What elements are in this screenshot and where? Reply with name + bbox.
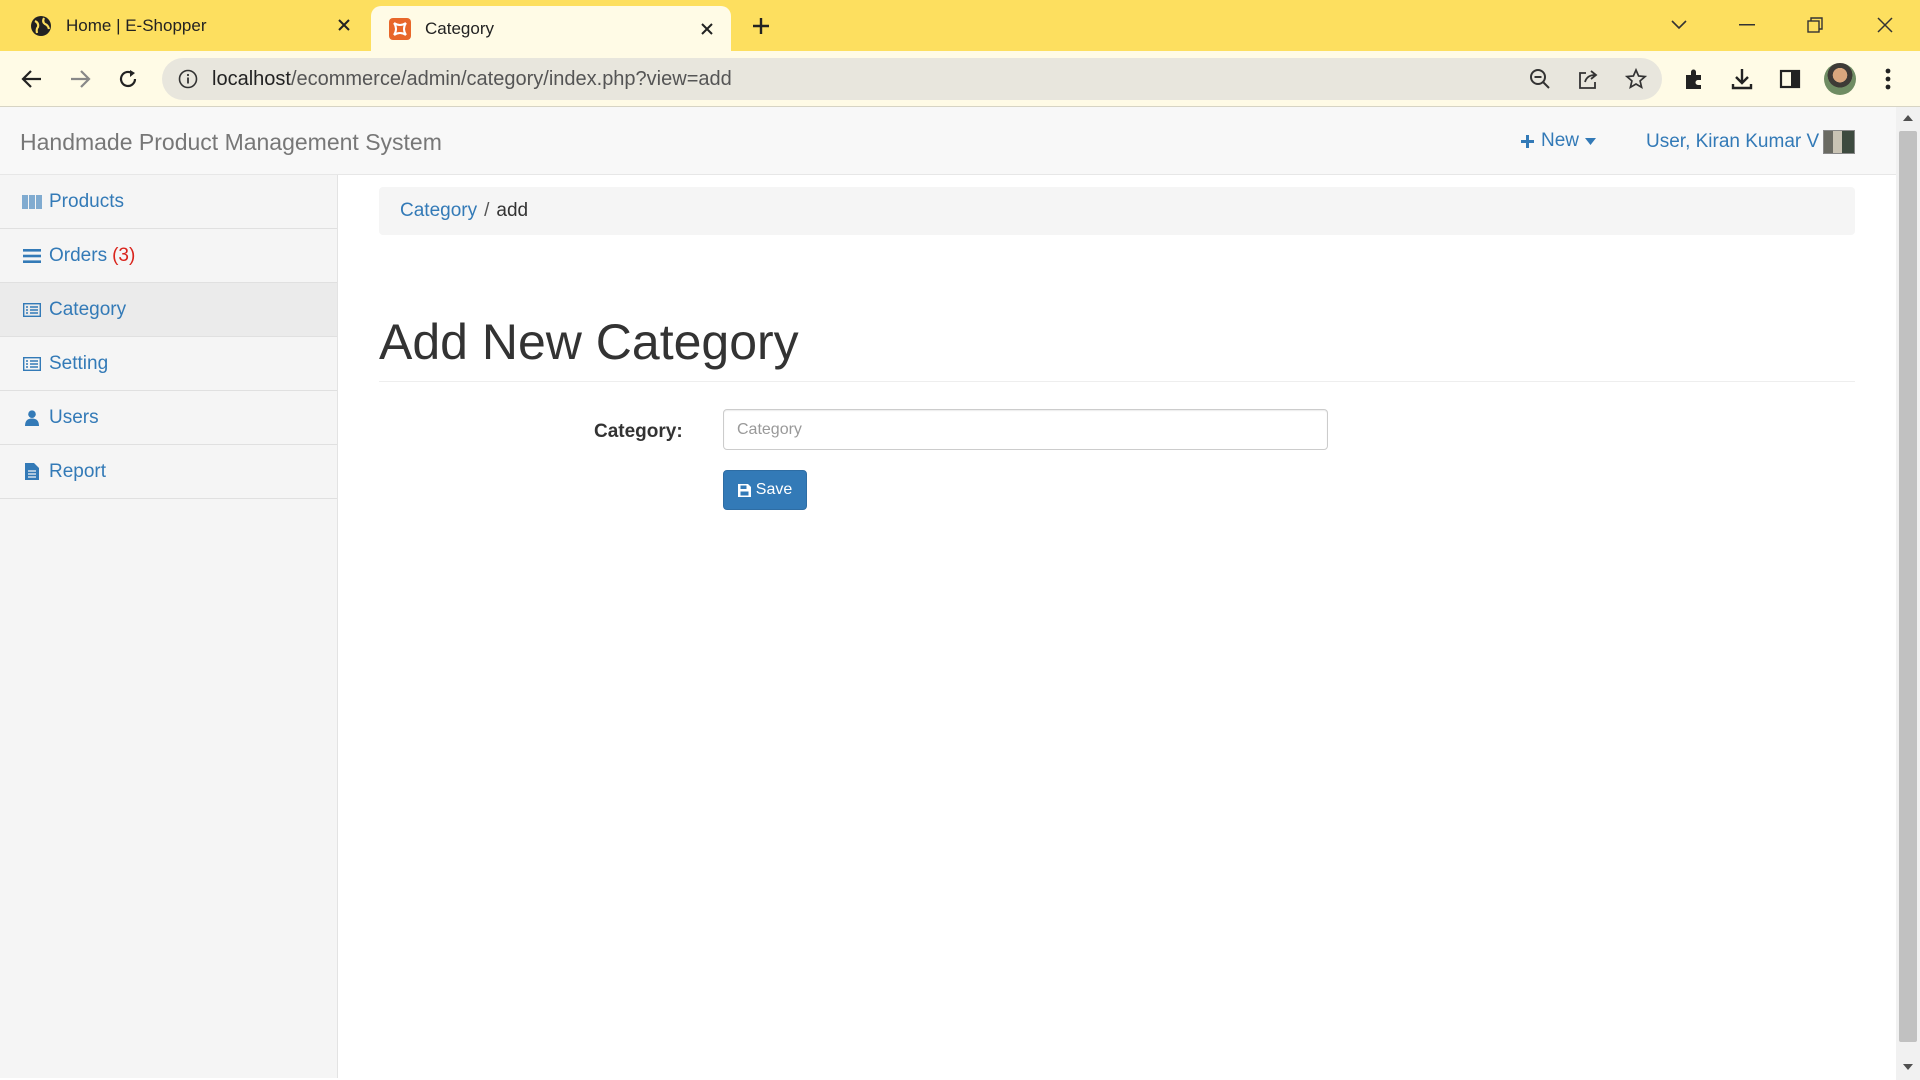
sidebar-item-label: Setting <box>49 352 109 374</box>
tab-home[interactable]: Home | E-Shopper <box>18 0 368 51</box>
sidebar-item-label: Category <box>49 298 127 320</box>
new-tab-icon[interactable] <box>748 13 774 39</box>
url-text: localhost/ecommerce/admin/category/index… <box>212 68 732 91</box>
sidebar-item-report[interactable]: Report <box>0 445 337 499</box>
tab-title: Home | E-Shopper <box>66 15 207 35</box>
profile-avatar[interactable] <box>1824 63 1856 95</box>
window-close-icon[interactable] <box>1870 10 1900 40</box>
bookmark-star-icon[interactable] <box>1624 67 1648 91</box>
zoom-icon[interactable] <box>1528 67 1552 91</box>
plus-icon <box>1521 134 1534 148</box>
close-tab-icon[interactable] <box>334 15 354 35</box>
sidebar-item-orders[interactable]: Orders (3) <box>0 229 337 283</box>
scroll-up-arrow-icon[interactable] <box>1903 113 1913 123</box>
save-label: Save <box>755 481 793 498</box>
xampp-icon <box>389 17 411 40</box>
sidebar-item-setting[interactable]: Setting <box>0 337 337 391</box>
page-scrollbar[interactable] <box>1896 107 1920 1080</box>
sidebar-item-users[interactable]: Users <box>0 391 337 445</box>
user-label: User, Kiran Kumar V <box>1646 131 1820 152</box>
title-divider <box>379 381 1855 382</box>
sidebar-item-label: Users <box>49 406 99 428</box>
save-button[interactable]: Save <box>723 470 807 510</box>
barcode-icon <box>22 193 42 211</box>
browser-tab-bar: Home | E-Shopper Category <box>0 0 1920 51</box>
share-icon[interactable] <box>1576 67 1600 91</box>
list-icon <box>22 247 42 265</box>
new-dropdown[interactable]: New <box>1520 130 1597 152</box>
category-label: Category: <box>594 421 683 442</box>
category-input[interactable] <box>723 409 1328 450</box>
url-host: localhost <box>212 67 291 90</box>
breadcrumb-current: add <box>496 200 529 221</box>
download-icon[interactable] <box>1728 65 1756 93</box>
caret-down-icon <box>1585 137 1597 145</box>
sidebar: Products Orders (3) Category Setting Use… <box>0 175 338 1078</box>
user-icon <box>22 409 42 427</box>
address-bar[interactable]: localhost/ecommerce/admin/category/index… <box>162 58 1662 100</box>
scrollbar-thumb[interactable] <box>1899 131 1917 1042</box>
reload-icon[interactable] <box>112 63 144 95</box>
sidebar-item-label: Report <box>49 460 107 482</box>
sidebar-item-label: Orders <box>49 244 108 266</box>
app-brand[interactable]: Handmade Product Management System <box>20 129 442 156</box>
breadcrumb-separator: / <box>484 200 490 221</box>
floppy-disk-icon <box>737 483 751 497</box>
url-path: /ecommerce/admin/category/index.php?view… <box>290 67 732 90</box>
sidebar-item-label: Products <box>49 190 124 212</box>
minimize-icon[interactable] <box>1732 10 1762 40</box>
extensions-icon[interactable] <box>1680 65 1708 93</box>
globe-icon <box>30 15 52 37</box>
list-alt-icon <box>22 355 42 373</box>
tab-title: Category <box>425 18 494 38</box>
back-icon[interactable] <box>16 63 48 95</box>
tab-search-icon[interactable] <box>1664 10 1694 40</box>
user-avatar <box>1823 130 1856 154</box>
menu-kebab-icon[interactable] <box>1874 65 1902 93</box>
sidebar-item-category[interactable]: Category <box>0 283 337 337</box>
side-panel-icon[interactable] <box>1776 65 1804 93</box>
user-menu[interactable]: User, Kiran Kumar V <box>1646 130 1856 154</box>
browser-toolbar: localhost/ecommerce/admin/category/index… <box>0 51 1920 107</box>
sidebar-item-products[interactable]: Products <box>0 175 337 229</box>
file-icon <box>22 463 42 481</box>
page-title: Add New Category <box>379 314 799 370</box>
breadcrumb-link-category[interactable]: Category <box>400 200 477 222</box>
site-info-icon[interactable] <box>176 67 200 91</box>
orders-count-badge: (3) <box>112 244 136 266</box>
page-viewport: Handmade Product Management System New U… <box>0 107 1896 1078</box>
breadcrumb: Category / add <box>379 187 1855 235</box>
restore-icon[interactable] <box>1800 10 1830 40</box>
list-alt-icon <box>22 301 42 319</box>
close-tab-icon[interactable] <box>697 19 717 39</box>
scroll-down-arrow-icon[interactable] <box>1903 1062 1913 1072</box>
new-label: New <box>1541 130 1580 151</box>
app-navbar: Handmade Product Management System New U… <box>0 107 1896 175</box>
forward-icon[interactable] <box>64 63 96 95</box>
tab-category[interactable]: Category <box>371 6 731 51</box>
